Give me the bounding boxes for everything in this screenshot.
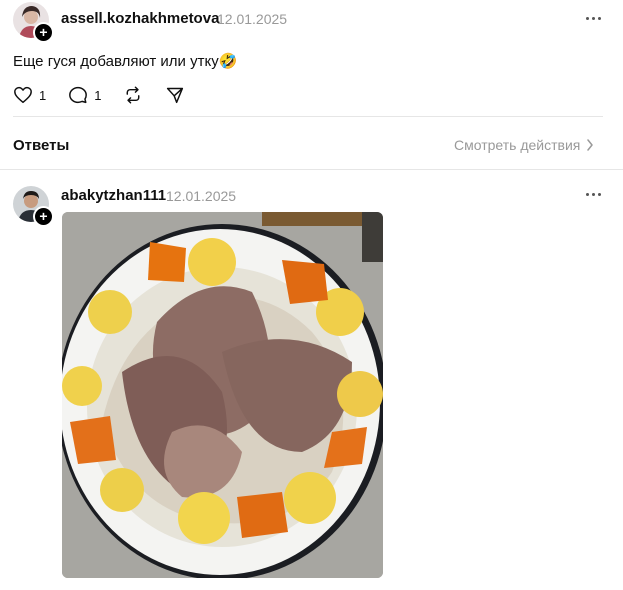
replies-heading: Ответы	[13, 137, 70, 154]
follow-plus-icon[interactable]: +	[33, 22, 54, 43]
like-count: 1	[39, 87, 47, 103]
repost-button[interactable]	[123, 86, 143, 104]
follow-plus-icon[interactable]: +	[33, 206, 54, 227]
food-photo-image	[62, 212, 383, 578]
post-username[interactable]: assell.kozhakhmetova	[61, 10, 219, 27]
like-button[interactable]: 1	[13, 86, 46, 104]
view-activity-label: Смотреть действия	[454, 137, 581, 153]
avatar[interactable]: +	[13, 186, 54, 227]
reply-photo[interactable]	[62, 212, 383, 578]
reply-date: 12.01.2025	[166, 188, 237, 204]
share-button[interactable]	[165, 86, 185, 104]
comment-bubble-icon	[69, 86, 88, 104]
avatar[interactable]: +	[13, 2, 54, 43]
more-icon[interactable]	[583, 186, 603, 202]
rofl-emoji: 🤣	[218, 53, 238, 70]
post-text-body: Еще гуся добавляют или утку	[13, 53, 219, 70]
heart-icon	[14, 86, 32, 104]
comment-button[interactable]: 1	[68, 86, 101, 104]
chevron-right-icon	[587, 139, 594, 151]
post-date: 12.01.2025	[217, 11, 288, 27]
post-actions: 1 1	[13, 86, 207, 104]
send-icon	[167, 87, 184, 104]
post-text: Еще гуся добавляют или утку🤣	[13, 52, 237, 70]
reply-username[interactable]: abakytzhan111	[61, 187, 166, 204]
comment-count: 1	[94, 87, 102, 103]
divider	[0, 169, 623, 170]
more-icon[interactable]	[583, 10, 603, 26]
repost-icon	[127, 86, 140, 104]
divider	[13, 116, 603, 117]
view-activity-link[interactable]: Смотреть действия	[454, 137, 594, 153]
